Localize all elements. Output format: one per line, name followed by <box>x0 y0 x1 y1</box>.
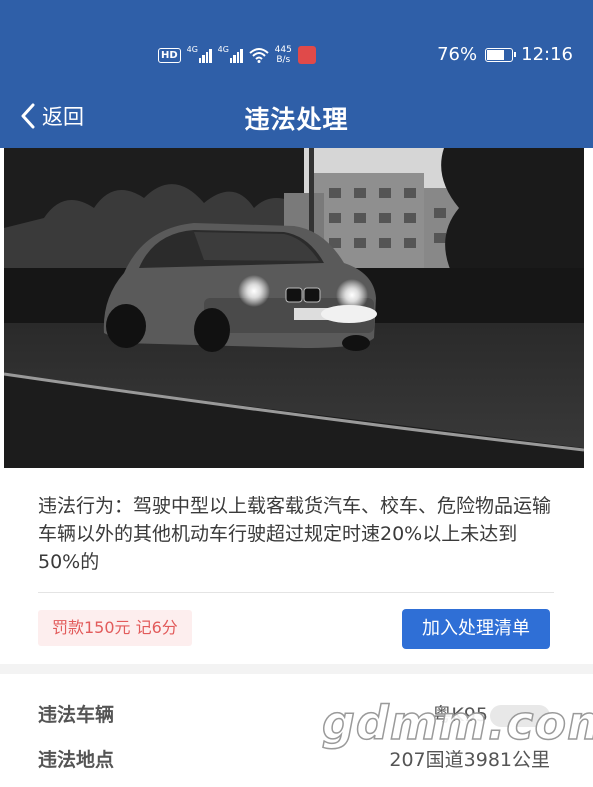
wifi-icon <box>249 47 269 63</box>
battery-icon <box>485 47 517 62</box>
add-to-list-button[interactable]: 加入处理清单 <box>402 609 550 649</box>
status-bar: HD 4G 4G 445 B/s 76% 12:16 <box>0 0 593 88</box>
network-speed: 445 B/s <box>274 45 292 65</box>
signal-icon-2: 4G <box>218 45 243 63</box>
violation-photo[interactable] <box>4 148 584 468</box>
vehicle-label: 违法车辆 <box>38 704 115 726</box>
location-label: 违法地点 <box>38 749 115 771</box>
status-icons: HD 4G 4G 445 B/s <box>158 40 316 70</box>
violation-description: 违法行为：驾驶中型以上载客载货汽车、校车、危险物品运输车辆以外的其他机动车行驶超… <box>38 495 552 573</box>
clock: 12:16 <box>521 44 573 65</box>
hd-icon: HD <box>158 47 181 63</box>
divider <box>38 592 554 593</box>
watermark: gdmm.com <box>321 695 593 751</box>
section-separator <box>0 664 593 674</box>
page-title: 违法处理 <box>244 105 349 134</box>
status-right: 76% 12:16 <box>437 44 573 65</box>
nav-bar: 返回 违法处理 <box>0 88 593 148</box>
battery-percent: 76% <box>437 44 478 65</box>
penalty-badge: 罚款150元 记6分 <box>38 610 192 646</box>
notification-app-icon <box>297 46 316 64</box>
signal-icon: 4G <box>187 45 212 63</box>
